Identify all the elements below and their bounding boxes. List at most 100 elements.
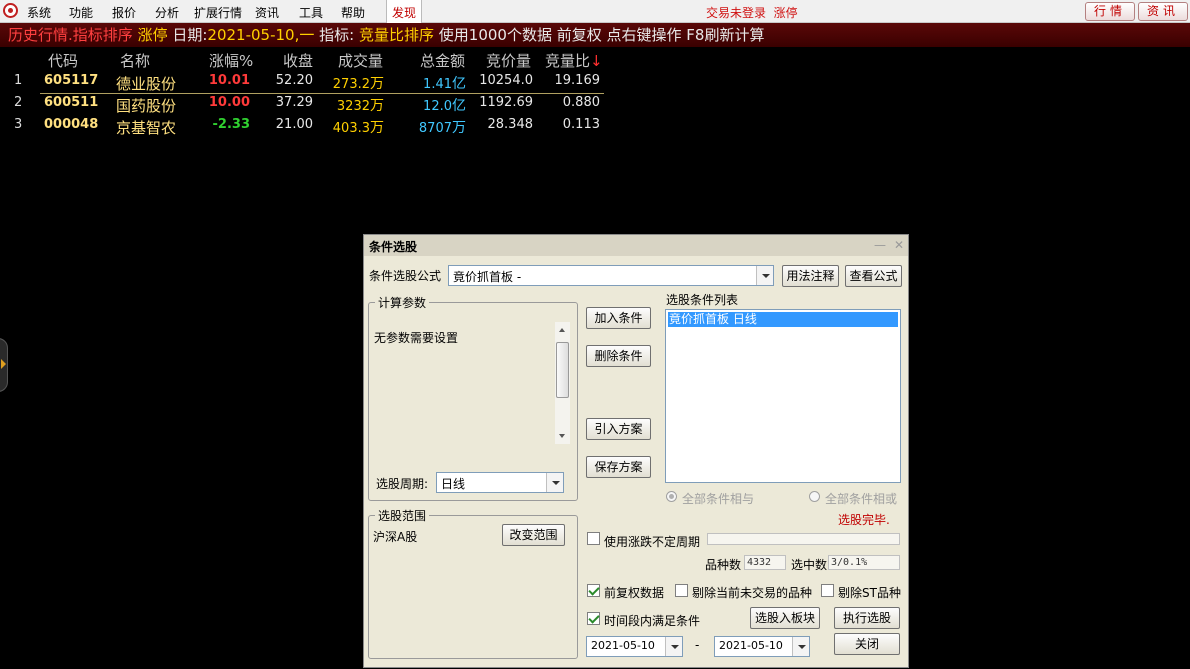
view-formula-button[interactable]: 查看公式: [845, 265, 902, 287]
cell-close: 52.20: [275, 73, 313, 88]
tab-news[interactable]: 资讯: [1138, 2, 1188, 21]
date-from-picker[interactable]: 2021-05-10: [586, 636, 683, 657]
condition-list-item[interactable]: 竟价抓首板 日线: [668, 312, 898, 327]
chevron-down-icon[interactable]: [665, 637, 682, 656]
chevron-down-icon[interactable]: [546, 473, 563, 492]
col-header-name[interactable]: 名称: [120, 50, 150, 70]
params-text: 无参数需要设置: [374, 331, 459, 345]
change-range-button[interactable]: 改变范围: [502, 524, 565, 546]
cell-name: 国药股份: [116, 97, 177, 115]
cell-auction-ratio: 0.880: [562, 95, 600, 110]
range-value: 沪深A股: [373, 530, 418, 544]
minimize-icon[interactable]: —: [874, 238, 886, 252]
radio-all-or-label[interactable]: 全部条件相或: [825, 490, 897, 507]
cell-code: 605117: [44, 73, 99, 88]
radio-all-and[interactable]: [666, 491, 677, 502]
period-select[interactable]: 日线: [436, 472, 564, 493]
cell-amount: 1.41亿: [423, 76, 466, 92]
cell-change: -2.33: [212, 117, 250, 132]
formula-label: 条件选股公式: [369, 269, 442, 283]
status-done: 选股完毕.: [838, 513, 890, 527]
condition-list-label: 选股条件列表: [666, 293, 739, 307]
menu-news[interactable]: 资讯: [255, 4, 279, 21]
cell-amount: 8707万: [418, 120, 466, 136]
cell-change: 10.01: [208, 73, 250, 88]
adjust-checkbox[interactable]: [587, 584, 600, 597]
usage-notes-button[interactable]: 用法注释: [782, 265, 839, 287]
period-select-value: 日线: [441, 477, 466, 491]
menu-quote[interactable]: 报价: [112, 4, 136, 21]
progress-bar: [707, 533, 900, 545]
date-value: 2021-05-10,一: [207, 26, 315, 44]
menu-analysis[interactable]: 分析: [155, 4, 179, 21]
menu-tools[interactable]: 工具: [299, 4, 323, 21]
app-logo-icon[interactable]: [3, 3, 18, 18]
close-button[interactable]: 关闭: [834, 633, 900, 655]
to-board-button[interactable]: 选股入板块: [750, 607, 820, 629]
cell-auction-ratio: 0.113: [562, 117, 600, 132]
timerange-label[interactable]: 时间段内满足条件: [604, 612, 700, 629]
menu-function[interactable]: 功能: [69, 4, 93, 21]
chevron-down-icon[interactable]: [792, 637, 809, 656]
variable-period-checkbox[interactable]: [587, 532, 600, 545]
import-plan-button[interactable]: 引入方案: [586, 418, 651, 440]
cell-amount: 12.0亿: [423, 98, 466, 114]
cell-change: 10.00: [208, 95, 250, 110]
col-header-auction-volume[interactable]: 竞价量: [486, 50, 531, 70]
exclude-st-label[interactable]: 剔除ST品种: [838, 584, 901, 601]
cell-code: 000048: [44, 117, 99, 132]
col-header-amount[interactable]: 总金额: [420, 50, 465, 70]
params-group-title: 计算参数: [375, 294, 430, 311]
scroll-up-icon[interactable]: [559, 328, 565, 332]
col-header-close[interactable]: 收盘: [283, 50, 313, 70]
col-header-volume[interactable]: 成交量: [338, 50, 383, 70]
variable-period-label[interactable]: 使用涨跌不定周期: [604, 533, 700, 550]
menu-discover[interactable]: 发现: [386, 0, 423, 23]
menu-system[interactable]: 系统: [27, 4, 51, 21]
menu-help[interactable]: 帮助: [341, 4, 365, 21]
selected-row-underline: [40, 93, 604, 94]
delete-condition-button[interactable]: 删除条件: [586, 345, 651, 367]
exclude-untraded-label[interactable]: 剔除当前未交易的品种: [692, 584, 812, 601]
cell-close: 37.29: [275, 95, 313, 110]
col-header-auction-ratio[interactable]: 竞量比↓: [545, 50, 603, 70]
range-group-title: 选股范围: [375, 507, 430, 524]
date-to-picker[interactable]: 2021-05-10: [714, 636, 810, 657]
date-from-value: 2021-05-10: [591, 639, 655, 652]
chevron-down-icon[interactable]: [756, 266, 773, 285]
params-scrollbar[interactable]: [555, 322, 570, 444]
save-plan-button[interactable]: 保存方案: [586, 456, 651, 478]
radio-all-or[interactable]: [809, 491, 820, 502]
adjust-label[interactable]: 前复权数据: [604, 584, 664, 601]
count-label: 品种数: [705, 558, 742, 572]
add-condition-button[interactable]: 加入条件: [586, 307, 651, 329]
condition-list[interactable]: 竟价抓首板 日线: [665, 309, 901, 483]
scroll-thumb[interactable]: [556, 342, 569, 398]
screen-title-bar: 历史行情.指标排序 涨停 日期:2021-05-10,一 指标: 竞量比排序 使…: [0, 23, 1190, 47]
close-icon[interactable]: ✕: [894, 238, 904, 252]
cell-auction-ratio: 19.169: [554, 73, 601, 88]
side-panel-toggle-icon[interactable]: [0, 338, 8, 392]
scroll-down-icon[interactable]: [559, 434, 565, 438]
selected-label: 选中数: [791, 558, 828, 572]
cell-auction-vol: 28.348: [487, 117, 534, 132]
menu-bar: 系统 功能 报价 分析 扩展行情 资讯 工具 帮助 发现 交易未登录 涨停 行情…: [0, 0, 1190, 23]
exclude-st-checkbox[interactable]: [821, 584, 834, 597]
col-header-change[interactable]: 涨幅%: [209, 50, 253, 70]
selected-value: 3/0.1%: [828, 555, 900, 570]
cell-name: 德业股份: [116, 75, 177, 93]
exclude-untraded-checkbox[interactable]: [675, 584, 688, 597]
formula-select[interactable]: 竟价抓首板 -: [448, 265, 774, 286]
col-header-code[interactable]: 代码: [48, 50, 78, 70]
date-label: 日期:: [172, 26, 208, 44]
cell-idx: 2: [14, 95, 23, 110]
timerange-checkbox[interactable]: [587, 612, 600, 625]
tab-quote[interactable]: 行情: [1085, 2, 1135, 21]
date-separator: -: [695, 638, 700, 652]
trade-login-status[interactable]: 交易未登录 涨停: [706, 4, 798, 21]
cell-idx: 1: [14, 73, 23, 88]
radio-all-and-label[interactable]: 全部条件相与: [682, 490, 754, 507]
menu-extended-quote[interactable]: 扩展行情: [194, 4, 242, 21]
cell-auction-vol: 10254.0: [479, 73, 533, 88]
execute-button[interactable]: 执行选股: [834, 607, 900, 629]
